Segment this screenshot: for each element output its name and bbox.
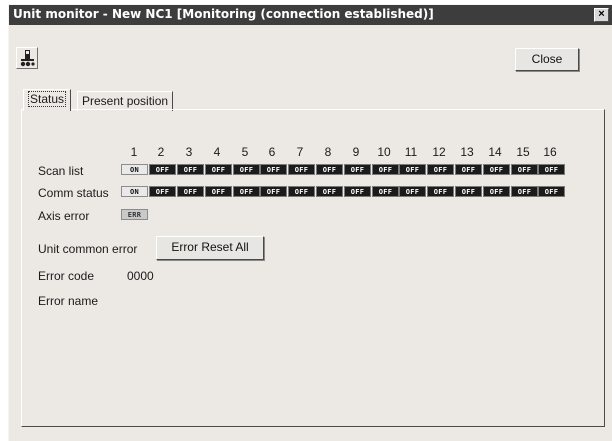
comm-status-indicator: OFF	[260, 186, 287, 197]
scan-list-indicator: OFF	[372, 164, 399, 175]
error-code-value: 0000	[127, 269, 154, 283]
scan-list-label: Scan list	[38, 164, 84, 178]
unit-monitor-window: Unit monitor - New NC1 [Monitoring (conn…	[8, 4, 612, 441]
axis-number: 9	[352, 145, 360, 159]
unit-monitor-icon[interactable]	[16, 47, 38, 69]
axis-number: 2	[157, 145, 165, 159]
tab-present-position-label: Present position	[82, 94, 169, 108]
scan-list-indicator: OFF	[399, 164, 426, 175]
scan-list-indicator: OFF	[260, 164, 287, 175]
scan-list-indicator: OFF	[316, 164, 343, 175]
tab-present-position[interactable]: Present position	[77, 91, 174, 111]
scan-list-indicator: OFF	[483, 164, 510, 175]
title-bar[interactable]: Unit monitor - New NC1 [Monitoring (conn…	[9, 5, 612, 25]
scan-list-indicator: OFF	[455, 164, 482, 175]
axis-error-label: Axis error	[38, 209, 90, 223]
axis-number: 7	[296, 145, 304, 159]
axis-number: 13	[460, 145, 474, 159]
axis-number: 5	[241, 145, 249, 159]
comm-status-indicator: ON	[121, 186, 148, 197]
axis-number: 4	[213, 145, 221, 159]
axis-number: 3	[185, 145, 193, 159]
axis-number: 16	[543, 145, 557, 159]
scan-list-indicator: OFF	[427, 164, 454, 175]
comm-status-indicator: OFF	[372, 186, 399, 197]
tab-status-label: Status	[28, 91, 67, 107]
axis-number: 10	[377, 145, 391, 159]
axis-number: 15	[516, 145, 530, 159]
comm-status-indicator: OFF	[177, 186, 204, 197]
close-icon[interactable]: ×	[594, 8, 609, 22]
error-reset-all-button[interactable]: Error Reset All	[156, 236, 264, 260]
scan-list-indicator: OFF	[288, 164, 315, 175]
scan-list-indicator: OFF	[149, 164, 176, 175]
axis-number: 12	[432, 145, 446, 159]
comm-status-indicator: OFF	[233, 186, 260, 197]
comm-status-indicator: OFF	[538, 186, 565, 197]
scan-list-indicator: OFF	[538, 164, 565, 175]
tab-status[interactable]: Status	[23, 89, 72, 111]
error-code-label: Error code	[38, 269, 95, 283]
comm-status-indicator: OFF	[399, 186, 426, 197]
comm-status-indicator: OFF	[288, 186, 315, 197]
comm-status-indicator: OFF	[205, 186, 232, 197]
axis-number: 11	[404, 145, 418, 159]
comm-status-indicator: OFF	[149, 186, 176, 197]
close-button[interactable]: Close	[515, 48, 579, 71]
comm-status-indicator: OFF	[511, 186, 538, 197]
unit-common-error-label: Unit common error	[38, 242, 138, 256]
axis-error-indicator: ERR	[121, 209, 148, 220]
comm-status-label: Comm status	[38, 186, 109, 200]
scan-list-indicator: OFF	[511, 164, 538, 175]
axis-number: 8	[324, 145, 332, 159]
axis-number: 1	[130, 145, 138, 159]
error-name-label: Error name	[38, 294, 99, 308]
comm-status-indicator: OFF	[316, 186, 343, 197]
axis-number: 6	[268, 145, 276, 159]
comm-status-indicator: OFF	[455, 186, 482, 197]
window-title: Unit monitor - New NC1 [Monitoring (conn…	[13, 7, 434, 21]
axis-number: 14	[488, 145, 502, 159]
comm-status-indicator: OFF	[483, 186, 510, 197]
comm-status-indicator: OFF	[427, 186, 454, 197]
scan-list-indicator: ON	[121, 164, 148, 175]
scan-list-indicator: OFF	[344, 164, 371, 175]
scan-list-indicator: OFF	[205, 164, 232, 175]
scan-list-indicator: OFF	[177, 164, 204, 175]
scan-list-indicator: OFF	[233, 164, 260, 175]
comm-status-indicator: OFF	[344, 186, 371, 197]
